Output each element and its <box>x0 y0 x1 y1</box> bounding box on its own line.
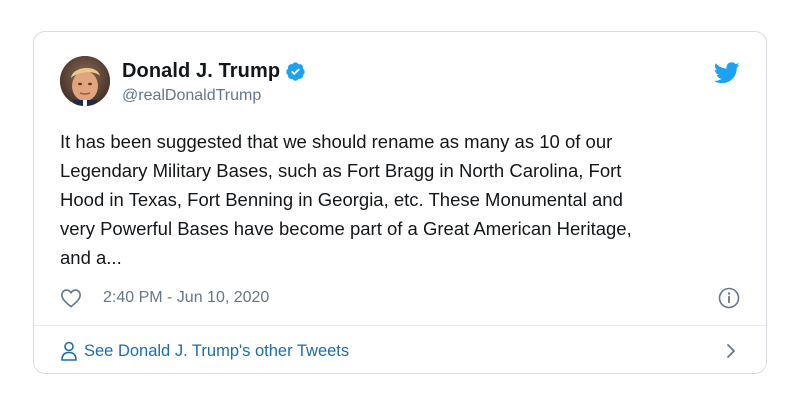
tweet-embed-card: Donald J. Trump @realDonaldTrump It has … <box>33 31 767 374</box>
divider <box>34 325 766 326</box>
tweet-header: Donald J. Trump @realDonaldTrump <box>60 56 740 112</box>
chevron-right-icon[interactable] <box>724 341 738 361</box>
author-display-name[interactable]: Donald J. Trump <box>122 60 280 83</box>
author-handle[interactable]: @realDonaldTrump <box>122 87 306 105</box>
verified-badge-icon <box>285 61 306 82</box>
info-icon[interactable] <box>718 287 740 309</box>
twitter-bird-icon[interactable] <box>713 62 740 84</box>
see-other-tweets-link[interactable]: See Donald J. Trump's other Tweets <box>84 342 349 361</box>
person-icon <box>60 341 78 361</box>
other-tweets-footer[interactable]: See Donald J. Trump's other Tweets <box>60 338 740 364</box>
author-names: Donald J. Trump @realDonaldTrump <box>122 58 306 105</box>
heart-icon[interactable] <box>60 288 82 308</box>
avatar[interactable] <box>60 56 110 106</box>
tweet-text: It has been suggested that we should ren… <box>60 131 632 268</box>
tweet-meta: 2:40 PM - Jun 10, 2020 <box>60 286 740 310</box>
tweet-timestamp[interactable]: 2:40 PM - Jun 10, 2020 <box>103 289 269 307</box>
